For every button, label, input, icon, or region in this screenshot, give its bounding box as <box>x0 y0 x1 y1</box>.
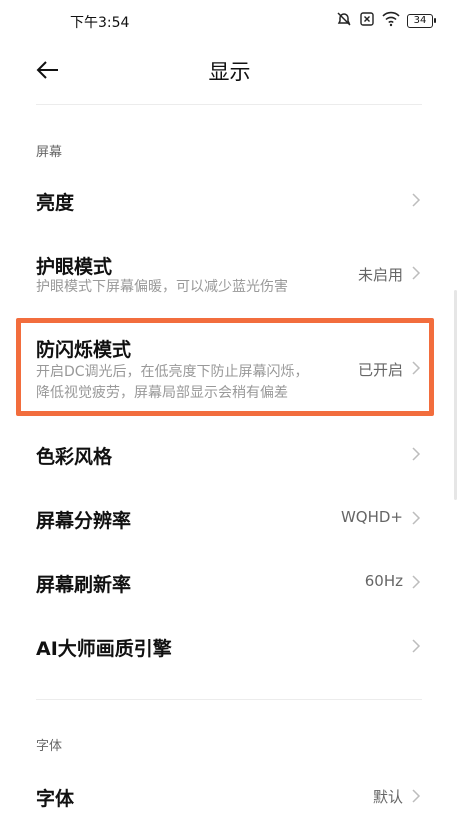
row-resolution[interactable]: 屏幕分辨率 WQHD+ <box>0 486 459 550</box>
row-color-style[interactable]: 色彩风格 <box>0 422 459 486</box>
row-subtitle-line2: 降低视觉疲劳，屏幕局部显示会稍有偏差 <box>36 385 288 401</box>
header: 显示 <box>0 40 459 100</box>
status-time: 下午3:54 <box>70 15 130 31</box>
row-title: 色彩风格 <box>36 446 113 468</box>
row-title: 护眼模式 <box>36 256 113 278</box>
row-subtitle-line1: 开启DC调光后，在低亮度下防止屏幕闪烁， <box>36 364 309 380</box>
row-title: 亮度 <box>36 192 75 214</box>
divider <box>36 104 422 105</box>
row-value: 已开启 <box>357 361 403 379</box>
sim-disabled-icon <box>359 11 375 31</box>
divider <box>36 699 422 700</box>
row-value: 未启用 <box>357 266 403 284</box>
row-brightness[interactable]: 亮度 <box>0 168 459 232</box>
row-title: 屏幕分辨率 <box>36 510 132 532</box>
status-icons: 34 <box>336 11 436 31</box>
row-subtitle: 护眼模式下屏幕偏暖，可以减少蓝光伤害 <box>36 279 288 295</box>
alarm-off-icon <box>336 11 352 31</box>
row-value: 60Hz <box>364 572 403 590</box>
chevron-right-icon <box>412 511 421 525</box>
status-bar: 下午3:54 34 <box>0 0 459 40</box>
chevron-right-icon <box>412 575 421 589</box>
section-title-screen: 屏幕 <box>36 145 63 160</box>
chevron-right-icon <box>412 193 421 207</box>
scrollbar[interactable] <box>454 290 457 500</box>
row-title: 字体 <box>36 788 75 810</box>
row-title: 防闪烁模式 <box>36 339 132 361</box>
row-font[interactable]: 字体 默认 <box>0 764 459 828</box>
row-eye-protection[interactable]: 护眼模式 护眼模式下屏幕偏暖，可以减少蓝光伤害 未启用 <box>0 240 459 310</box>
row-ai-engine[interactable]: AI大师画质引擎 <box>0 614 459 678</box>
chevron-right-icon <box>412 361 421 375</box>
section-title-font: 字体 <box>36 739 63 754</box>
row-title: AI大师画质引擎 <box>36 638 172 660</box>
wifi-icon <box>382 11 400 31</box>
row-value: WQHD+ <box>340 508 403 526</box>
battery-icon: 34 <box>407 14 436 28</box>
chevron-right-icon <box>412 789 421 803</box>
chevron-right-icon <box>412 266 421 280</box>
row-anti-flicker[interactable]: 防闪烁模式 开启DC调光后，在低亮度下防止屏幕闪烁， 降低视觉疲劳，屏幕局部显示… <box>0 323 459 411</box>
chevron-right-icon <box>412 447 421 461</box>
screen: 下午3:54 34 显示 屏幕 亮度 护眼模式 护眼模式下屏幕偏暖，可以减少蓝光… <box>0 0 459 834</box>
chevron-right-icon <box>412 639 421 653</box>
page-title: 显示 <box>208 60 251 84</box>
row-title: 屏幕刷新率 <box>36 574 132 596</box>
row-value: 默认 <box>372 788 403 806</box>
row-refresh-rate[interactable]: 屏幕刷新率 60Hz <box>0 550 459 614</box>
